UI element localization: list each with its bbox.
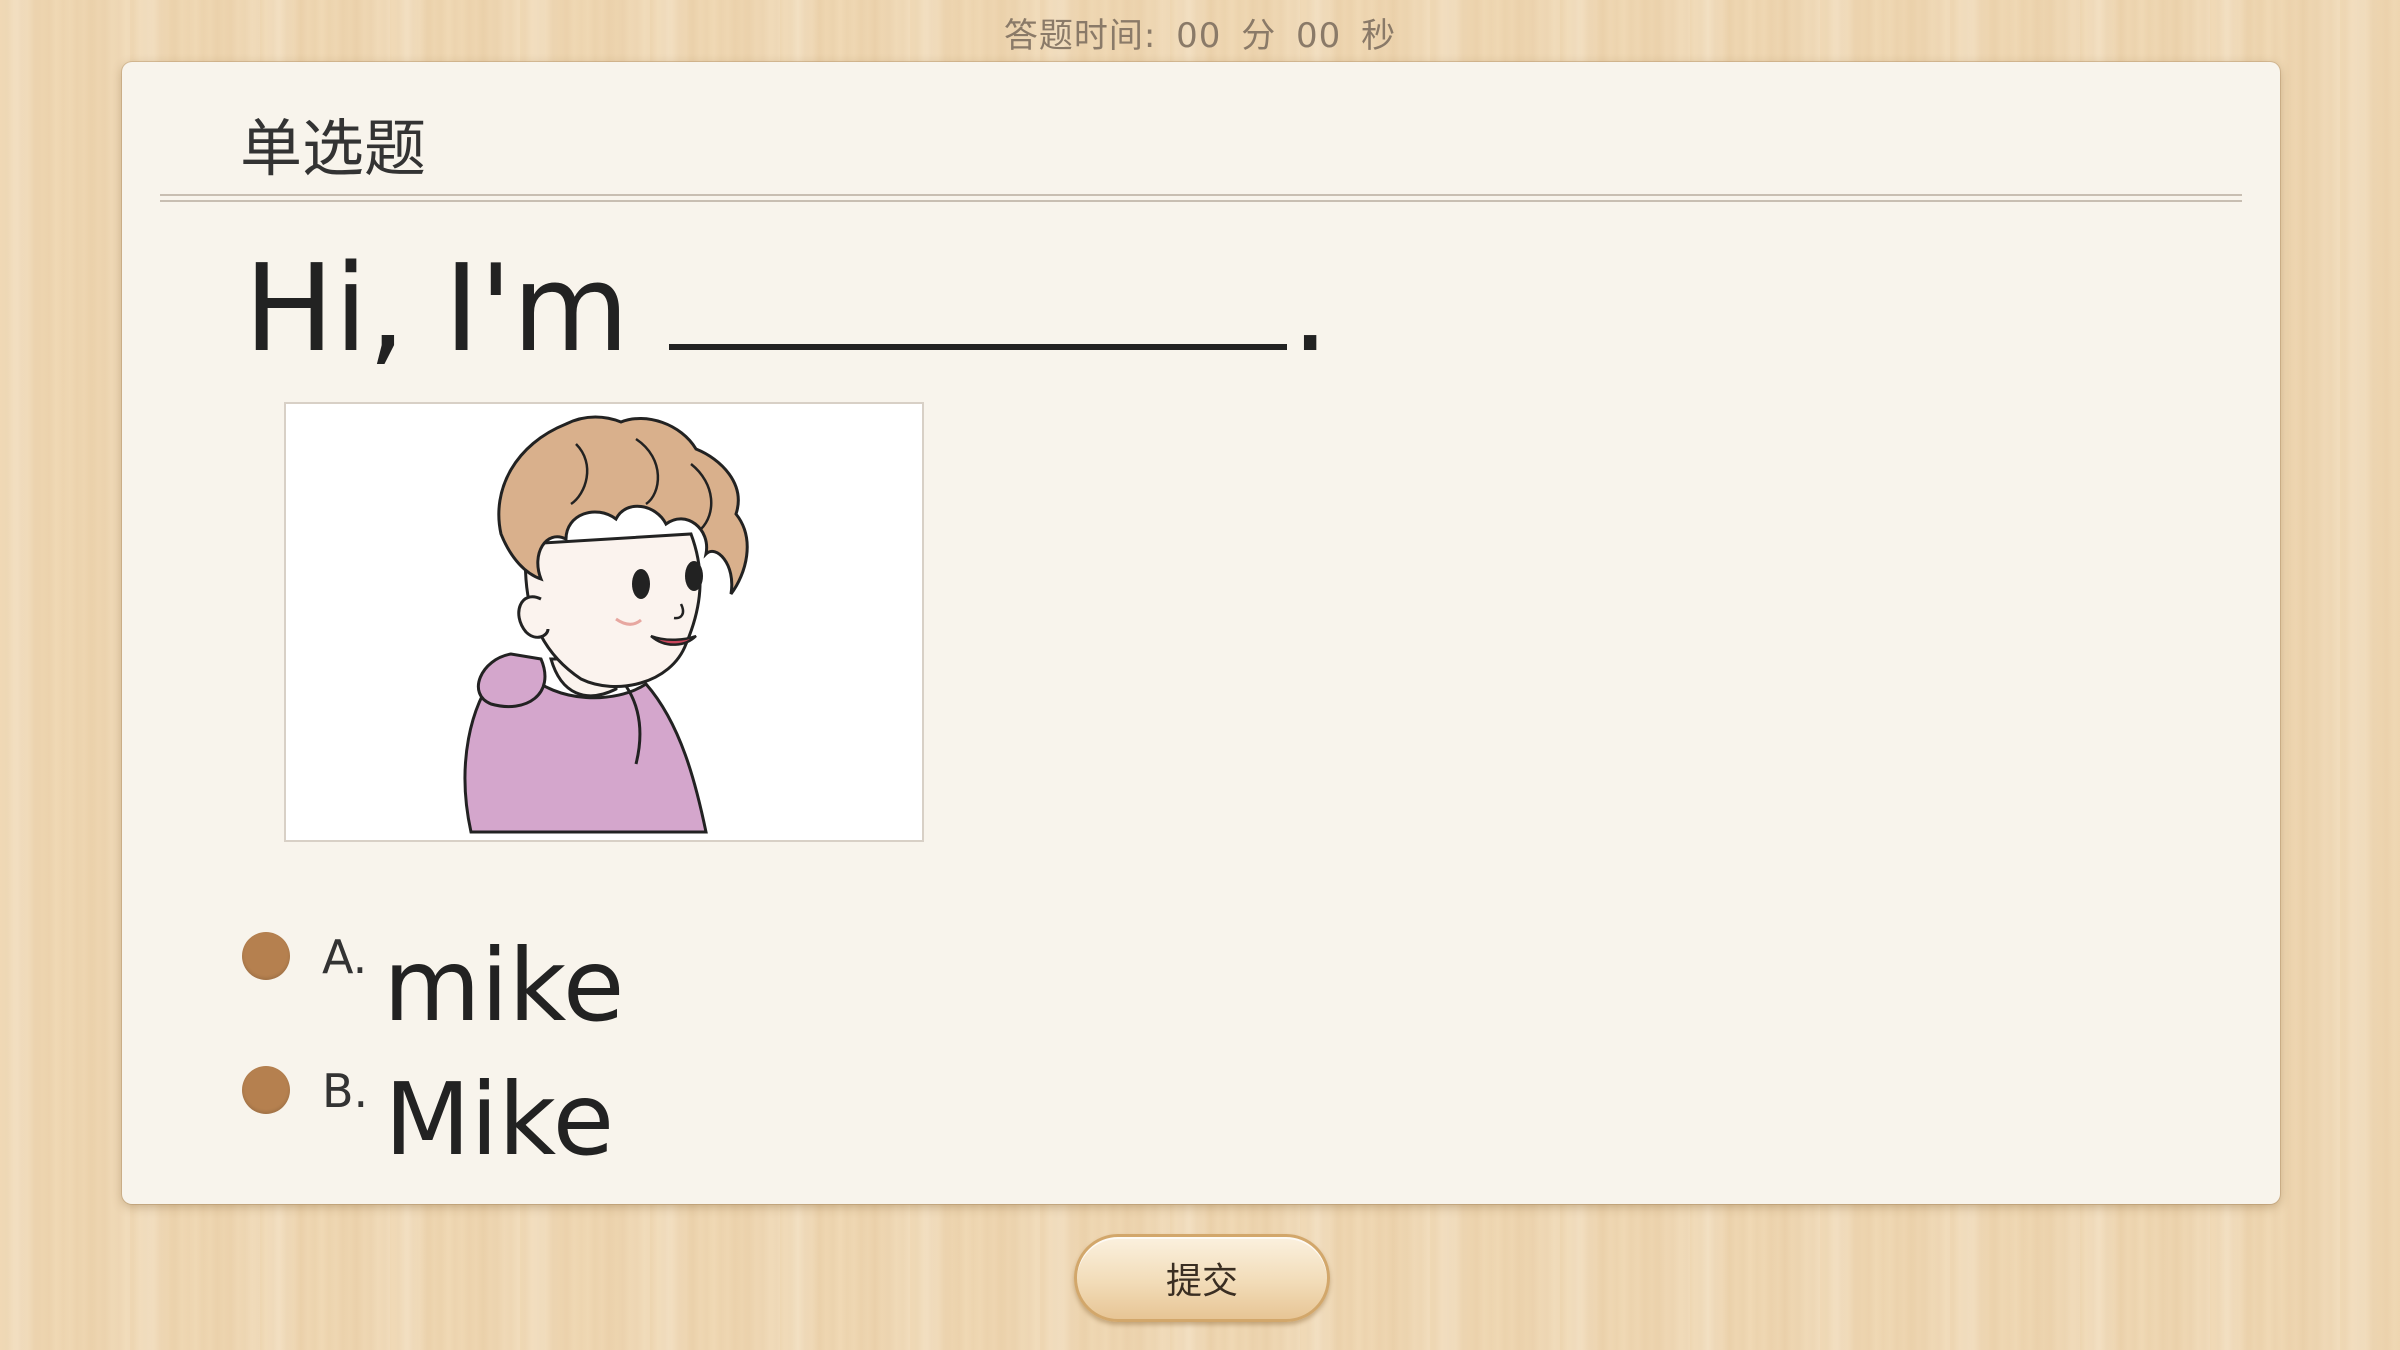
answer-timer: 答题时间: 00 分 00 秒	[0, 8, 2400, 57]
timer-seconds-unit: 秒	[1361, 16, 1397, 56]
option-b-text: Mike	[384, 1061, 615, 1178]
timer-minutes-unit: 分	[1241, 16, 1277, 56]
timer-seconds: 00	[1296, 16, 1342, 56]
title-divider	[160, 194, 2242, 202]
question-text: Hi, I'm	[244, 240, 630, 379]
question-illustration	[284, 402, 924, 842]
question-type-title: 单选题	[240, 112, 427, 185]
radio-unselected-icon[interactable]	[242, 932, 290, 980]
radio-unselected-icon[interactable]	[242, 1066, 290, 1114]
question-end: .	[1291, 240, 1330, 379]
timer-label: 答题时间:	[1003, 16, 1157, 56]
option-b[interactable]: B. Mike	[242, 996, 614, 1180]
timer-minutes: 00	[1176, 16, 1222, 56]
answer-blank	[669, 344, 1288, 350]
question-stem: Hi, I'm .	[244, 240, 1329, 379]
option-a-letter: A.	[322, 930, 368, 984]
option-b-letter: B.	[322, 1064, 369, 1118]
boy-portrait-image	[463, 415, 749, 834]
question-card: 单选题 Hi, I'm . A. mike B. Mike	[122, 62, 2280, 1204]
submit-button[interactable]: 提交	[1074, 1234, 1330, 1322]
